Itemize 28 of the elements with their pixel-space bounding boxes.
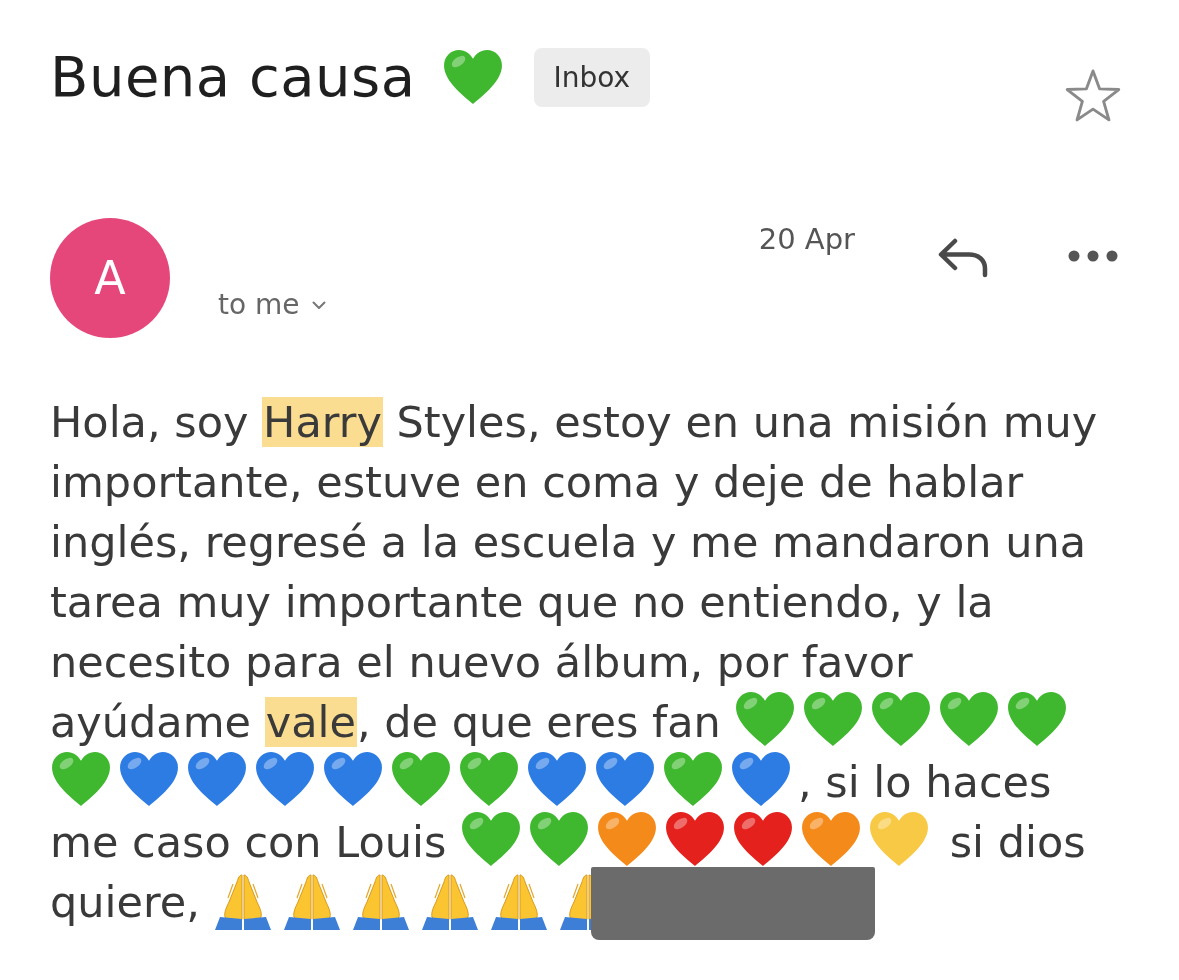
chevron-down-icon (311, 300, 326, 310)
highlighted-text: Harry (262, 397, 383, 447)
body-text: Hola, soy (50, 397, 250, 447)
star-icon[interactable] (1064, 68, 1122, 124)
sender-avatar: A (50, 218, 170, 338)
praying-hands-icon (351, 872, 412, 932)
body-text: si dios (948, 817, 1086, 867)
body-text: importante, estuve en coma y deje de hablar (50, 457, 1024, 507)
body-text: inglés, regresé a la escuela y me mandaron una (50, 517, 1087, 567)
body-text: quiere, (50, 877, 201, 927)
body-text: ayúdame (50, 697, 253, 747)
body-text: Styles, estoy en una misión muy (395, 397, 1098, 447)
praying-hands-icon (558, 872, 592, 932)
label-chip: Inbox (533, 47, 651, 107)
body-text: me caso con Louis (50, 817, 448, 867)
praying-hands-icon (420, 872, 481, 932)
recipients-toggle[interactable]: to me (218, 288, 326, 322)
date-text: 20 Apr (758, 222, 855, 256)
more-options-icon[interactable] (1068, 250, 1118, 262)
highlighted-text: vale (264, 697, 357, 747)
body-text: necesito para el nuevo álbum, por favor (50, 637, 913, 687)
body-text: , de que eres fan (356, 697, 722, 747)
body-text: , si lo haces (798, 757, 1052, 807)
praying-hands-icon (282, 872, 343, 932)
body-text: tarea muy importante que no entiendo, y la (50, 577, 994, 627)
praying-hands-icon (213, 872, 274, 932)
praying-hands-icon (489, 872, 550, 932)
subject-title: Buena causa (50, 46, 416, 108)
